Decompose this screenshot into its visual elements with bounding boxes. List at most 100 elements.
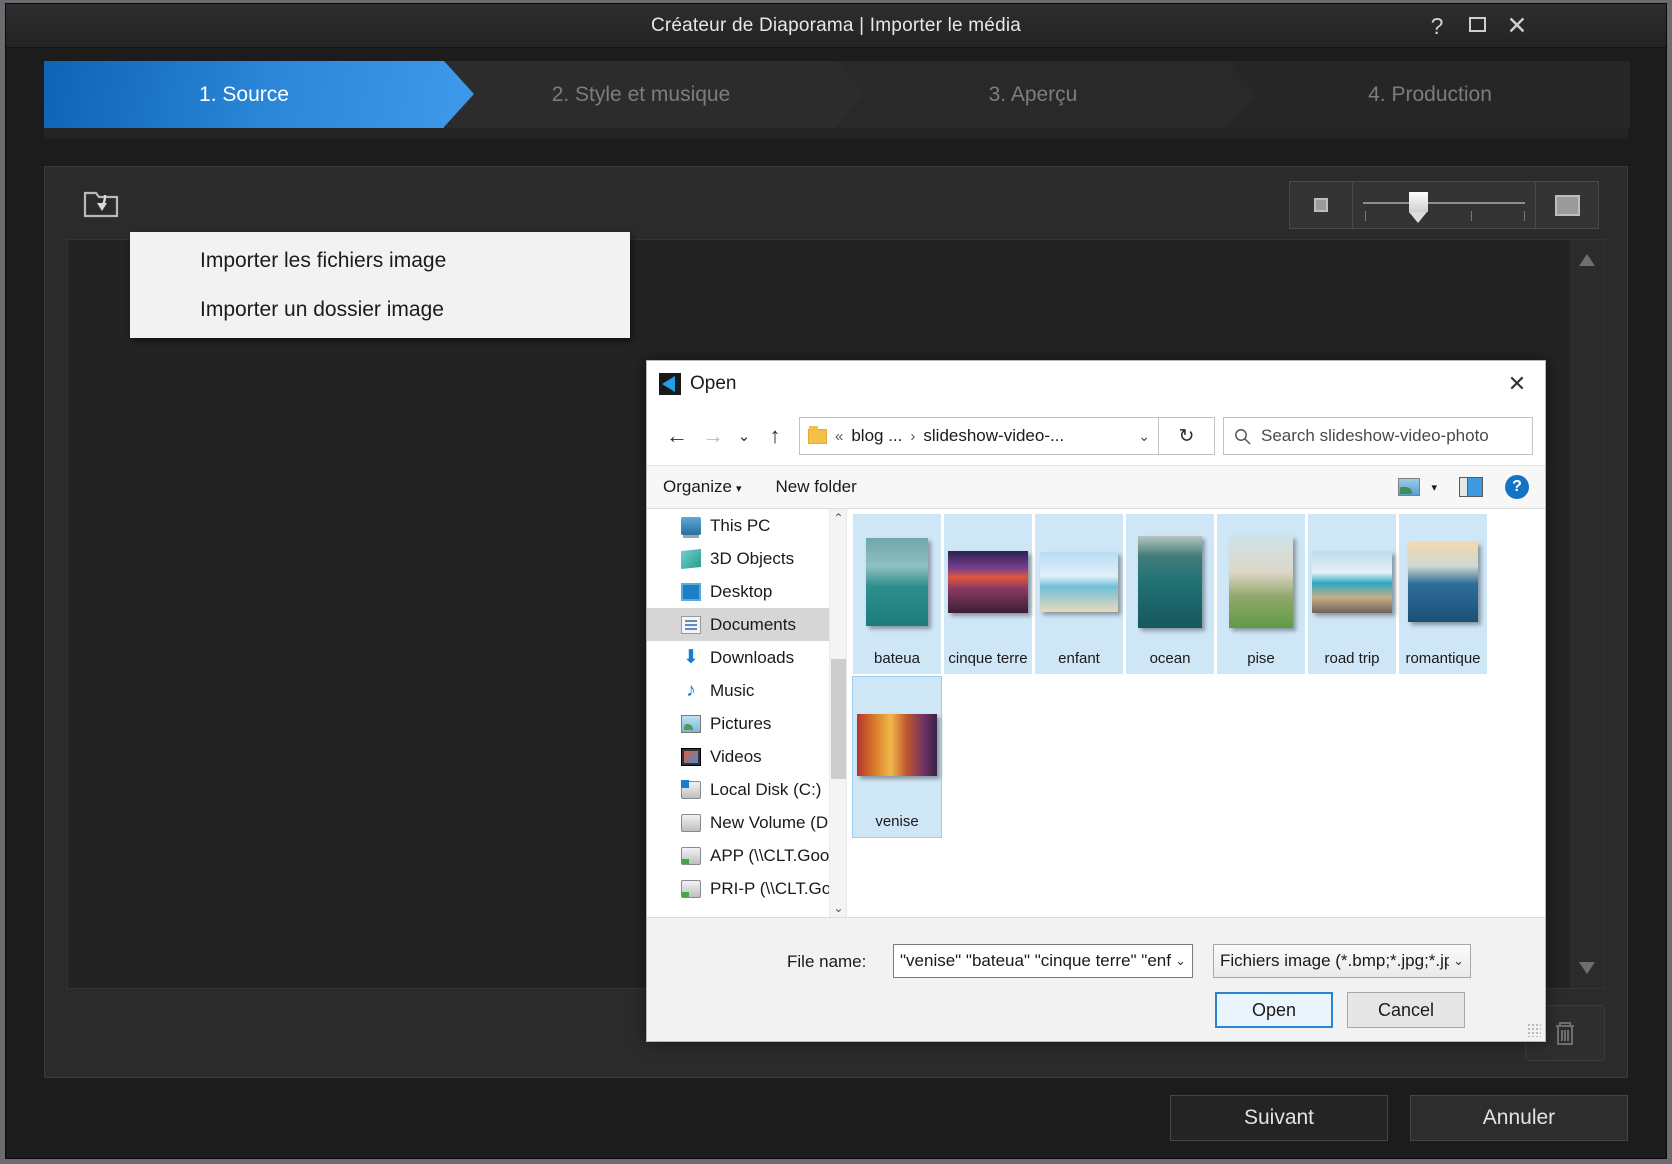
file-label: enfant [1058,650,1100,674]
volume-icon [681,814,701,832]
file-item-cinque-terre[interactable]: cinque terre [944,514,1032,674]
thumbnail-wrapper [1399,514,1487,650]
menu-item-import-folder[interactable]: Importer un dossier image [130,285,630,334]
tree-scrollbar[interactable]: ⌃ ⌄ [829,509,846,917]
thumbnail-image [948,551,1028,613]
file-list-pane[interactable]: bateua cinque terre enfant [847,509,1545,917]
file-type-filter-value: Fichiers image (*.bmp;*.jpg;*.jpe [1220,951,1449,971]
thumbnail-wrapper [1308,514,1396,650]
downloads-icon: ⬇ [681,649,701,667]
thumbnail-image [857,714,937,776]
file-label: bateua [874,650,920,674]
file-label: pise [1247,650,1275,674]
file-item-romantique[interactable]: romantique [1399,514,1487,674]
thumbnail-wrapper [853,514,941,650]
cancel-button[interactable]: Annuler [1410,1095,1628,1141]
menu-item-import-files[interactable]: Importer les fichiers image [130,236,630,285]
tree-item-label: Desktop [710,582,772,602]
tree-item-videos[interactable]: Videos [647,740,846,773]
refresh-icon[interactable]: ↻ [1159,417,1215,455]
network-drive-icon [681,847,701,865]
resize-grip[interactable] [1527,1023,1541,1037]
tree-item-prip-network[interactable]: PRI-P (\\CLT.Go [647,872,846,905]
tree-item-documents[interactable]: Documents [647,608,846,641]
slider-tick [1471,211,1472,221]
chevron-down-icon: ⌄ [1453,953,1464,969]
tree-item-downloads[interactable]: ⬇ Downloads [647,641,846,674]
maximize-button[interactable] [1460,10,1494,42]
new-folder-button[interactable]: New folder [776,477,857,497]
scroll-up-icon[interactable]: ⌃ [830,509,847,527]
file-item-venise[interactable]: venise [853,677,941,837]
close-button[interactable]: ✕ [1500,10,1534,42]
thumbnail-zoom-control[interactable] [1289,181,1599,229]
file-name-input[interactable]: "venise" "bateua" "cinque terre" "enfant… [893,944,1193,978]
file-type-filter-select[interactable]: Fichiers image (*.bmp;*.jpg;*.jpe ⌄ [1213,944,1471,978]
help-icon[interactable]: ? [1505,475,1529,499]
help-button[interactable]: ? [1420,10,1454,42]
file-item-pise[interactable]: pise [1217,514,1305,674]
import-folder-icon[interactable] [81,184,121,222]
step-tab-source[interactable]: 1. Source [44,61,444,128]
file-label: road trip [1324,650,1379,674]
organize-label: Organize [663,477,732,496]
media-tray-scrollbar[interactable] [1570,240,1604,988]
pictures-icon [681,715,701,733]
organize-button[interactable]: Organize▾ [663,477,742,497]
file-item-road-trip[interactable]: road trip [1308,514,1396,674]
zoom-slider-track[interactable] [1353,181,1535,229]
large-thumbnail-icon[interactable] [1536,195,1598,216]
tree-item-label: Local Disk (C:) [710,780,821,800]
dialog-open-button[interactable]: Open [1215,992,1333,1028]
breadcrumb-part-2[interactable]: slideshow-video-... [923,426,1064,446]
open-file-dialog: Open ✕ ← → ⌄ ↑ « blog ... › slideshow-vi… [646,360,1546,1042]
scroll-down-icon[interactable]: ⌄ [830,899,847,917]
chevron-down-icon[interactable]: ⌄ [731,418,757,454]
file-label: ocean [1150,650,1191,674]
triangle-up-icon[interactable] [1579,254,1595,266]
tree-item-3d-objects[interactable]: 3D Objects [647,542,846,575]
dialog-close-button[interactable]: ✕ [1497,365,1537,403]
tree-item-music[interactable]: ♪ Music [647,674,846,707]
tree-item-local-disk[interactable]: Local Disk (C:) [647,773,846,806]
file-item-enfant[interactable]: enfant [1035,514,1123,674]
tree-item-app-network[interactable]: APP (\\CLT.Goo [647,839,846,872]
breadcrumb-part-1[interactable]: blog ... [851,426,902,446]
scrollbar-thumb[interactable] [831,659,846,779]
file-name-label: File name: [787,952,866,972]
dialog-cancel-button[interactable]: Cancel [1347,992,1465,1028]
thumbnail-image [1138,536,1202,628]
arrow-left-icon[interactable]: ← [659,418,695,454]
file-item-ocean[interactable]: ocean [1126,514,1214,674]
small-thumbnail-icon[interactable] [1290,198,1352,212]
breadcrumb[interactable]: « blog ... › slideshow-video-... ⌄ [799,417,1159,455]
arrow-right-icon[interactable]: → [695,418,731,454]
search-input[interactable]: Search slideshow-video-photo [1223,417,1533,455]
wizard-steps: 1. Source 2. Style et musique 3. Aperçu … [44,61,1628,139]
tree-item-this-pc[interactable]: This PC [647,509,846,542]
dialog-title: Open [690,373,736,395]
tree-item-pictures[interactable]: Pictures [647,707,846,740]
zoom-slider-thumb[interactable] [1409,192,1428,212]
this-pc-icon [681,517,701,535]
arrow-up-icon[interactable]: ↑ [757,418,793,454]
preview-pane-icon[interactable] [1459,477,1483,497]
step-chevron-icon [1228,61,1256,127]
tree-item-label: Pictures [710,714,771,734]
maximize-icon [1469,17,1486,32]
tree-item-label: APP (\\CLT.Goo [710,846,829,866]
tree-item-label: New Volume (D [710,813,828,833]
step-tab-style-musique[interactable]: 2. Style et musique [446,61,836,128]
wizard-footer: Suivant Annuler [6,1078,1666,1158]
step-tab-apercu[interactable]: 3. Aperçu [838,61,1228,128]
view-options-button[interactable]: ▾ [1398,478,1437,496]
file-item-bateua[interactable]: bateua [853,514,941,674]
tree-item-new-volume[interactable]: New Volume (D [647,806,846,839]
thumbnail-wrapper [944,514,1032,650]
tree-item-desktop[interactable]: Desktop [647,575,846,608]
chevron-down-icon[interactable]: ⌄ [1138,428,1150,445]
chevron-down-icon[interactable]: ⌄ [1175,953,1186,969]
triangle-down-icon[interactable] [1579,962,1595,974]
step-tab-production[interactable]: 4. Production [1230,61,1630,128]
next-button[interactable]: Suivant [1170,1095,1388,1141]
